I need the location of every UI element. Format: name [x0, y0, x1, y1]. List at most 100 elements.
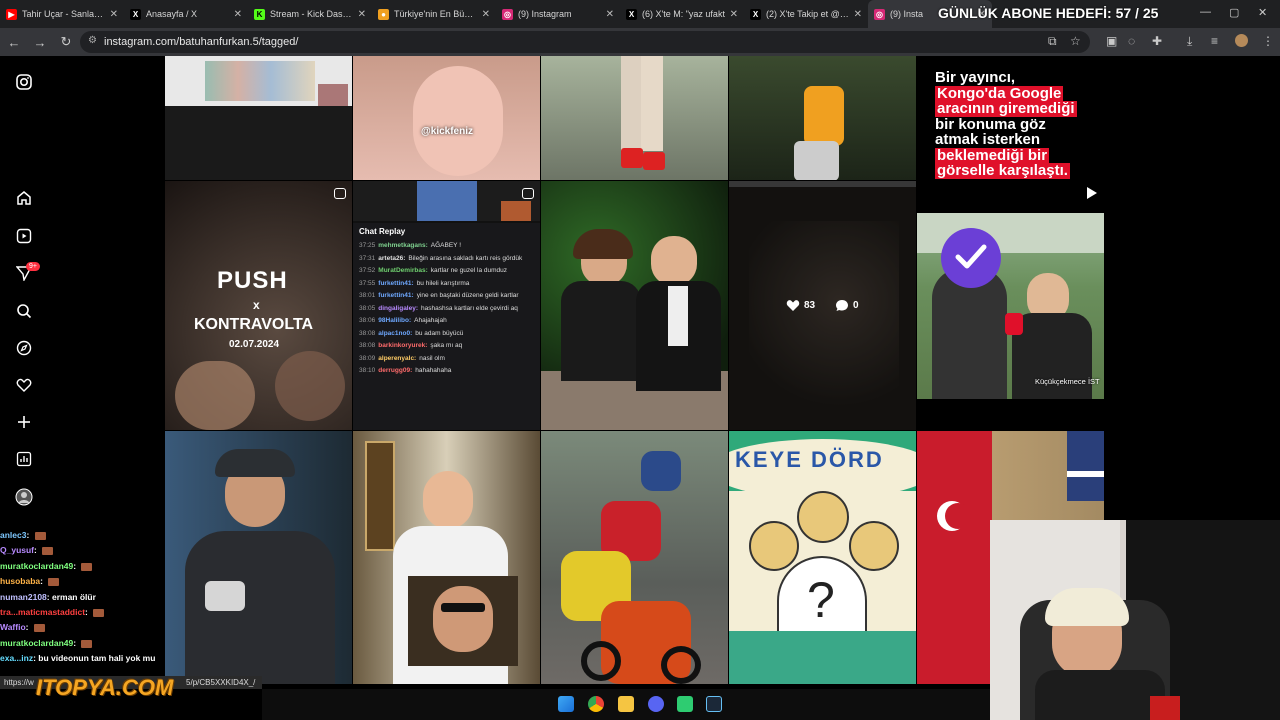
x-icon: X — [130, 8, 141, 20]
chat-message-text: AĞABEY ! — [430, 242, 462, 249]
file-explorer-icon[interactable] — [618, 696, 634, 712]
post-thumbnail[interactable]: Chat Replay 37:25 mehmetkagans: AĞABEY ! 37… — [353, 181, 540, 430]
profile-avatar[interactable] — [1235, 34, 1248, 47]
create-icon[interactable] — [14, 412, 34, 432]
menu-icon[interactable]: ⋮ — [1262, 34, 1274, 48]
dashboard-icon[interactable] — [14, 449, 34, 469]
address-bar[interactable]: ⚙ instagram.com/batuhanfurkan.5/tagged/ — [80, 31, 1090, 53]
chrome-icon[interactable] — [588, 696, 604, 712]
stream-chat-overlay: anlec3: Q_yusuf: muratkoclardan49: husob… — [0, 528, 170, 676]
like-heart-icon — [786, 300, 800, 311]
post-thumbnail[interactable]: KEYE DÖRD ? — [729, 431, 916, 684]
windows-start-icon[interactable] — [558, 696, 574, 712]
chat-replay-message: 38:08 alpac1no0: bu adam büyücü — [359, 328, 534, 341]
browser-tab[interactable]: X (6) X'te M: "yaz ufakt ✕ — [620, 0, 744, 28]
browser-tab[interactable]: ▶ Tahir Uçar - Sanlara B ✕ — [0, 0, 124, 28]
close-tab-icon[interactable]: ✕ — [854, 9, 862, 20]
instagram-sidebar: 9+ — [0, 56, 48, 536]
profile-icon[interactable] — [14, 487, 34, 507]
instagram-icon: ◎ — [502, 8, 513, 20]
post-thumbnail[interactable] — [165, 431, 352, 684]
instagram-logo-icon[interactable] — [14, 72, 34, 92]
chat-message-text: bu hileli karıştırma — [416, 279, 470, 287]
download-icon[interactable]: ⤓ — [1187, 34, 1192, 49]
post-thumbnail[interactable] — [353, 431, 540, 684]
site-icon: ● — [378, 8, 389, 20]
chat-replay-message: 37:52 MuratDemirbas: kartlar ne guzel la d… — [359, 265, 534, 278]
post-thumbnail[interactable]: @kickfeniz — [353, 56, 540, 180]
forward-icon[interactable]: → — [28, 30, 52, 54]
notifications-icon[interactable] — [14, 375, 34, 395]
chat-replay-list: 37:25 mehmetkagans: AĞABEY ! 37:31 arteta26:… — [359, 240, 534, 378]
chat-timestamp: 37:55 — [359, 279, 376, 287]
browser-tab-title: (6) X'te M: "yaz ufakt — [642, 9, 725, 19]
chat-timestamp: 38:09 — [359, 354, 376, 362]
post-thumbnail[interactable] — [541, 181, 728, 430]
reload-icon[interactable]: ↻ — [54, 30, 78, 54]
close-tab-icon[interactable]: ✕ — [730, 9, 738, 20]
browser-tab[interactable]: X Anasayfa / X ✕ — [124, 0, 248, 28]
browser-tab[interactable]: K Stream - Kick Dashbo ✕ — [248, 0, 372, 28]
post-thumbnail[interactable]: Bir yayıncı, Kongo'da Google aracının gi… — [917, 56, 1104, 212]
post-thumbnail[interactable] — [729, 56, 916, 180]
extensions-puzzle-icon[interactable]: ✚ — [1152, 34, 1162, 48]
maximize-icon[interactable]: ▢ — [1229, 6, 1239, 19]
search-icon[interactable] — [14, 301, 34, 321]
browser-tab[interactable]: ● Türkiye'nin En Büyük ✕ — [372, 0, 496, 28]
explore-icon[interactable] — [14, 338, 34, 358]
extension-icon[interactable]: ▣ — [1106, 34, 1117, 48]
chat-replay-message: 38:06 98Halilibo: Ahajahajah — [359, 315, 534, 328]
extension-icon[interactable]: ◌ — [1128, 34, 1135, 48]
chat-message-text: bu adam büyücü — [415, 329, 464, 337]
post-thumbnail[interactable]: Küçükçekmece İST — [917, 213, 1104, 399]
chat-replay-panel: Chat Replay 37:25 mehmetkagans: AĞABEY ! 37… — [353, 223, 540, 430]
post-thumbnail[interactable] — [165, 56, 352, 180]
minimize-icon[interactable]: — — [1200, 6, 1211, 18]
app-icon[interactable] — [677, 696, 693, 712]
emote-icon — [33, 624, 45, 633]
close-tab-icon[interactable]: ✕ — [234, 9, 242, 20]
chat-message-text: hahahahaha — [415, 367, 452, 374]
chat-message-text: nasil olm — [419, 354, 445, 362]
browser-tab[interactable]: ◎ (9) Instagram ✕ — [496, 0, 620, 28]
browser-tab[interactable]: X (2) X'te Takip et @da ✕ — [744, 0, 868, 28]
post-text: x — [253, 298, 260, 312]
bookmark-star-icon[interactable]: ☆ — [1070, 34, 1081, 48]
drawing-text: KEYE DÖRD — [735, 447, 884, 472]
post-thumbnail[interactable] — [541, 56, 728, 180]
site-info-icon[interactable]: ⚙ — [88, 35, 97, 46]
chat-replay-message: 38:08 barkinkoryurek: şaka mı aq — [359, 340, 534, 353]
post-title: KONTRAVOLTA — [194, 316, 314, 333]
x-icon: X — [750, 8, 761, 20]
close-tab-icon[interactable]: ✕ — [482, 9, 490, 20]
back-icon[interactable]: ← — [2, 30, 26, 54]
close-tab-icon[interactable]: ✕ — [358, 9, 366, 20]
post-thumbnail[interactable]: PUSH x KONTRAVOLTA 02.07.2024 — [165, 181, 352, 430]
emote-icon — [81, 639, 93, 648]
close-window-icon[interactable]: ✕ — [1258, 6, 1267, 19]
media-icon[interactable]: ≡ — [1211, 34, 1218, 48]
discord-icon[interactable] — [648, 696, 664, 712]
install-app-icon[interactable]: ⧉ — [1048, 34, 1057, 49]
steam-icon[interactable] — [706, 696, 722, 712]
stream-chat-text: erman ölür — [51, 591, 96, 602]
chat-username: MuratDemirbas: — [378, 267, 428, 274]
reels-icon[interactable] — [14, 226, 34, 246]
stream-chat-username: anlec3 — [0, 530, 27, 540]
post-caption: Küçükçekmece İST — [1035, 377, 1100, 386]
post-date: 02.07.2024 — [229, 339, 280, 350]
chat-username: furkettin41: — [378, 279, 414, 287]
close-tab-icon[interactable]: ✕ — [606, 9, 614, 20]
emote-icon — [42, 547, 54, 556]
youtube-icon: ▶ — [6, 8, 17, 20]
chat-message-text: şaka mı aq — [430, 342, 463, 349]
post-thumbnail[interactable] — [541, 431, 728, 684]
stream-chat-username: muratkoclardan49 — [0, 637, 74, 648]
browser-toolbar: ← → ↻ ⚙ instagram.com/batuhanfurkan.5/ta… — [0, 28, 1280, 56]
windows-taskbar — [262, 689, 990, 720]
stream-chat-username: numan2108 — [0, 591, 47, 602]
home-icon[interactable] — [14, 188, 34, 208]
close-tab-icon[interactable]: ✕ — [110, 9, 118, 20]
post-thumbnail-hovered[interactable]: 83 0 — [729, 181, 916, 430]
instagram-icon: ◎ — [874, 8, 885, 20]
